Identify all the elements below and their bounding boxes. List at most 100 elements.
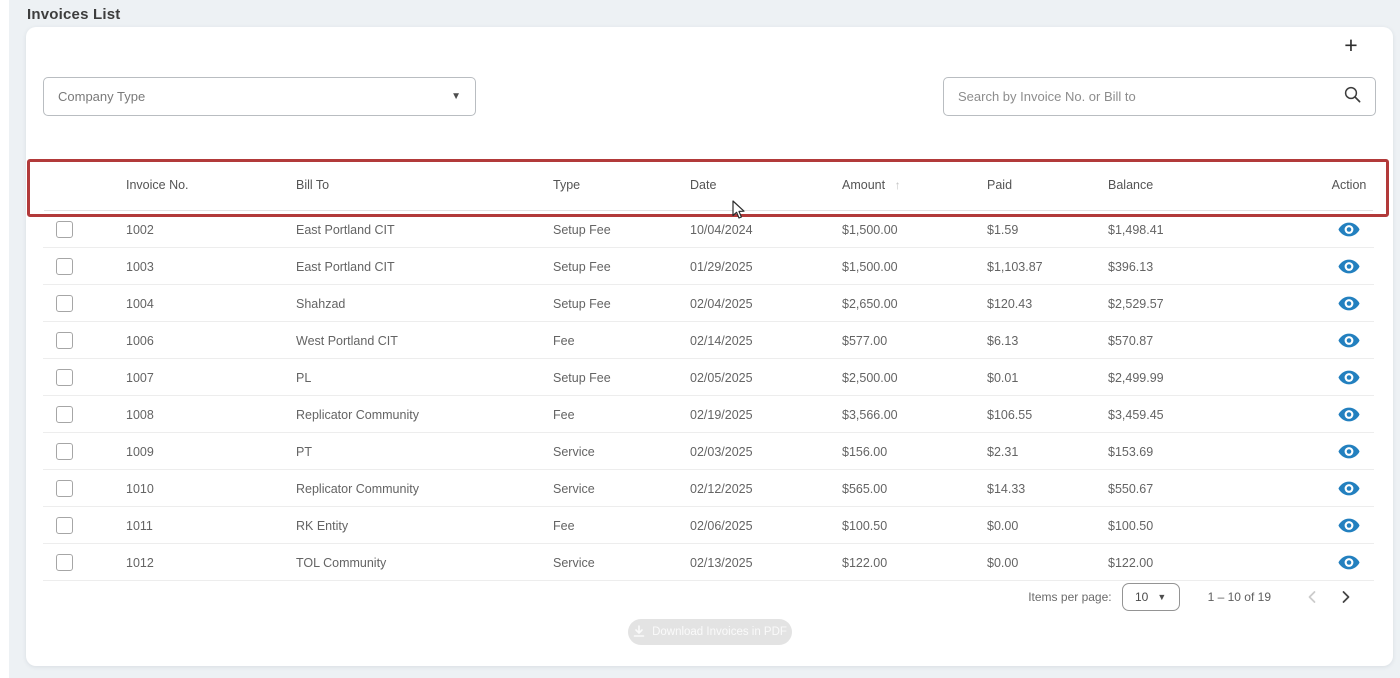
eye-icon (1338, 336, 1360, 351)
download-invoices-button[interactable]: Download Invoices in PDF (628, 619, 792, 645)
cell-date: 01/29/2025 (690, 260, 842, 274)
view-invoice-button[interactable] (1335, 256, 1363, 277)
row-checkbox[interactable] (56, 221, 73, 238)
row-checkbox[interactable] (56, 258, 73, 275)
chevron-right-icon (1341, 592, 1351, 607)
invoices-card: + Company Type ▼ Invoice No. Bill To Typ… (26, 27, 1393, 666)
view-invoice-button[interactable] (1335, 478, 1363, 499)
cell-action (1307, 330, 1391, 351)
column-header-invoice-no[interactable]: Invoice No. (126, 178, 296, 192)
row-checkbox[interactable] (56, 443, 73, 460)
column-header-amount[interactable]: Amount ↑ (842, 178, 987, 192)
cell-invoice-no: 1011 (126, 519, 296, 533)
eye-icon (1338, 558, 1360, 573)
row-checkbox-cell (26, 332, 126, 349)
cell-amount: $2,650.00 (842, 297, 987, 311)
table-body: 1002 East Portland CIT Setup Fee 10/04/2… (26, 211, 1391, 581)
view-invoice-button[interactable] (1335, 219, 1363, 240)
cell-paid: $1,103.87 (987, 260, 1108, 274)
cell-type: Setup Fee (553, 260, 690, 274)
cell-bill-to: PL (296, 371, 553, 385)
cell-date: 10/04/2024 (690, 223, 842, 237)
cell-balance: $396.13 (1108, 260, 1307, 274)
previous-page-button[interactable] (1305, 588, 1319, 606)
next-page-button[interactable] (1339, 588, 1353, 606)
cell-balance: $570.87 (1108, 334, 1307, 348)
cell-paid: $0.01 (987, 371, 1108, 385)
view-invoice-button[interactable] (1335, 404, 1363, 425)
eye-icon (1338, 262, 1360, 277)
cell-bill-to: Replicator Community (296, 482, 553, 496)
cell-amount: $122.00 (842, 556, 987, 570)
cell-amount: $577.00 (842, 334, 987, 348)
cell-action (1307, 367, 1391, 388)
view-invoice-button[interactable] (1335, 367, 1363, 388)
view-invoice-button[interactable] (1335, 552, 1363, 573)
cell-amount: $3,566.00 (842, 408, 987, 422)
cell-action (1307, 478, 1391, 499)
cell-paid: $120.43 (987, 297, 1108, 311)
cell-action (1307, 293, 1391, 314)
cell-type: Service (553, 556, 690, 570)
cell-balance: $100.50 (1108, 519, 1307, 533)
column-header-type[interactable]: Type (553, 178, 690, 192)
cell-bill-to: East Portland CIT (296, 223, 553, 237)
row-checkbox[interactable] (56, 295, 73, 312)
row-checkbox-cell (26, 554, 126, 571)
company-type-label: Company Type (58, 89, 145, 104)
view-invoice-button[interactable] (1335, 515, 1363, 536)
cell-balance: $153.69 (1108, 445, 1307, 459)
eye-icon (1338, 521, 1360, 536)
cell-amount: $1,500.00 (842, 223, 987, 237)
row-checkbox[interactable] (56, 369, 73, 386)
cell-date: 02/06/2025 (690, 519, 842, 533)
add-invoice-button[interactable]: + (1337, 31, 1365, 59)
view-invoice-button[interactable] (1335, 293, 1363, 314)
eye-icon (1338, 299, 1360, 314)
view-invoice-button[interactable] (1335, 441, 1363, 462)
cell-invoice-no: 1007 (126, 371, 296, 385)
cell-type: Fee (553, 408, 690, 422)
row-checkbox[interactable] (56, 332, 73, 349)
row-checkbox[interactable] (56, 480, 73, 497)
chevron-left-icon (1307, 592, 1317, 607)
row-checkbox-cell (26, 221, 126, 238)
table-row: 1006 West Portland CIT Fee 02/14/2025 $5… (26, 322, 1391, 359)
table-header-row: Invoice No. Bill To Type Date Amount ↑ P… (26, 160, 1391, 210)
search-input[interactable] (958, 89, 1334, 104)
items-per-page-label: Items per page: (1028, 590, 1111, 604)
cell-action (1307, 552, 1391, 573)
row-checkbox[interactable] (56, 554, 73, 571)
search-icon[interactable] (1344, 86, 1361, 108)
view-invoice-button[interactable] (1335, 330, 1363, 351)
cell-action (1307, 219, 1391, 240)
cell-amount: $565.00 (842, 482, 987, 496)
cell-invoice-no: 1012 (126, 556, 296, 570)
download-label: Download Invoices in PDF (652, 626, 787, 638)
amount-header-label: Amount (842, 178, 885, 192)
row-checkbox-cell (26, 258, 126, 275)
row-checkbox-cell (26, 480, 126, 497)
cell-balance: $1,498.41 (1108, 223, 1307, 237)
column-header-balance[interactable]: Balance (1108, 178, 1307, 192)
eye-icon (1338, 373, 1360, 388)
row-checkbox-cell (26, 517, 126, 534)
eye-icon (1338, 225, 1360, 240)
cell-invoice-no: 1008 (126, 408, 296, 422)
cell-paid: $2.31 (987, 445, 1108, 459)
row-checkbox[interactable] (56, 517, 73, 534)
row-checkbox[interactable] (56, 406, 73, 423)
cell-balance: $2,529.57 (1108, 297, 1307, 311)
column-header-bill-to[interactable]: Bill To (296, 178, 553, 192)
cell-date: 02/04/2025 (690, 297, 842, 311)
column-header-date[interactable]: Date (690, 178, 842, 192)
column-header-paid[interactable]: Paid (987, 178, 1108, 192)
cell-paid: $0.00 (987, 556, 1108, 570)
cell-date: 02/03/2025 (690, 445, 842, 459)
company-type-select[interactable]: Company Type ▼ (43, 77, 476, 116)
cell-paid: $14.33 (987, 482, 1108, 496)
items-per-page-select[interactable]: 10 ▼ (1122, 583, 1180, 611)
cell-invoice-no: 1010 (126, 482, 296, 496)
cell-type: Service (553, 445, 690, 459)
cell-amount: $2,500.00 (842, 371, 987, 385)
